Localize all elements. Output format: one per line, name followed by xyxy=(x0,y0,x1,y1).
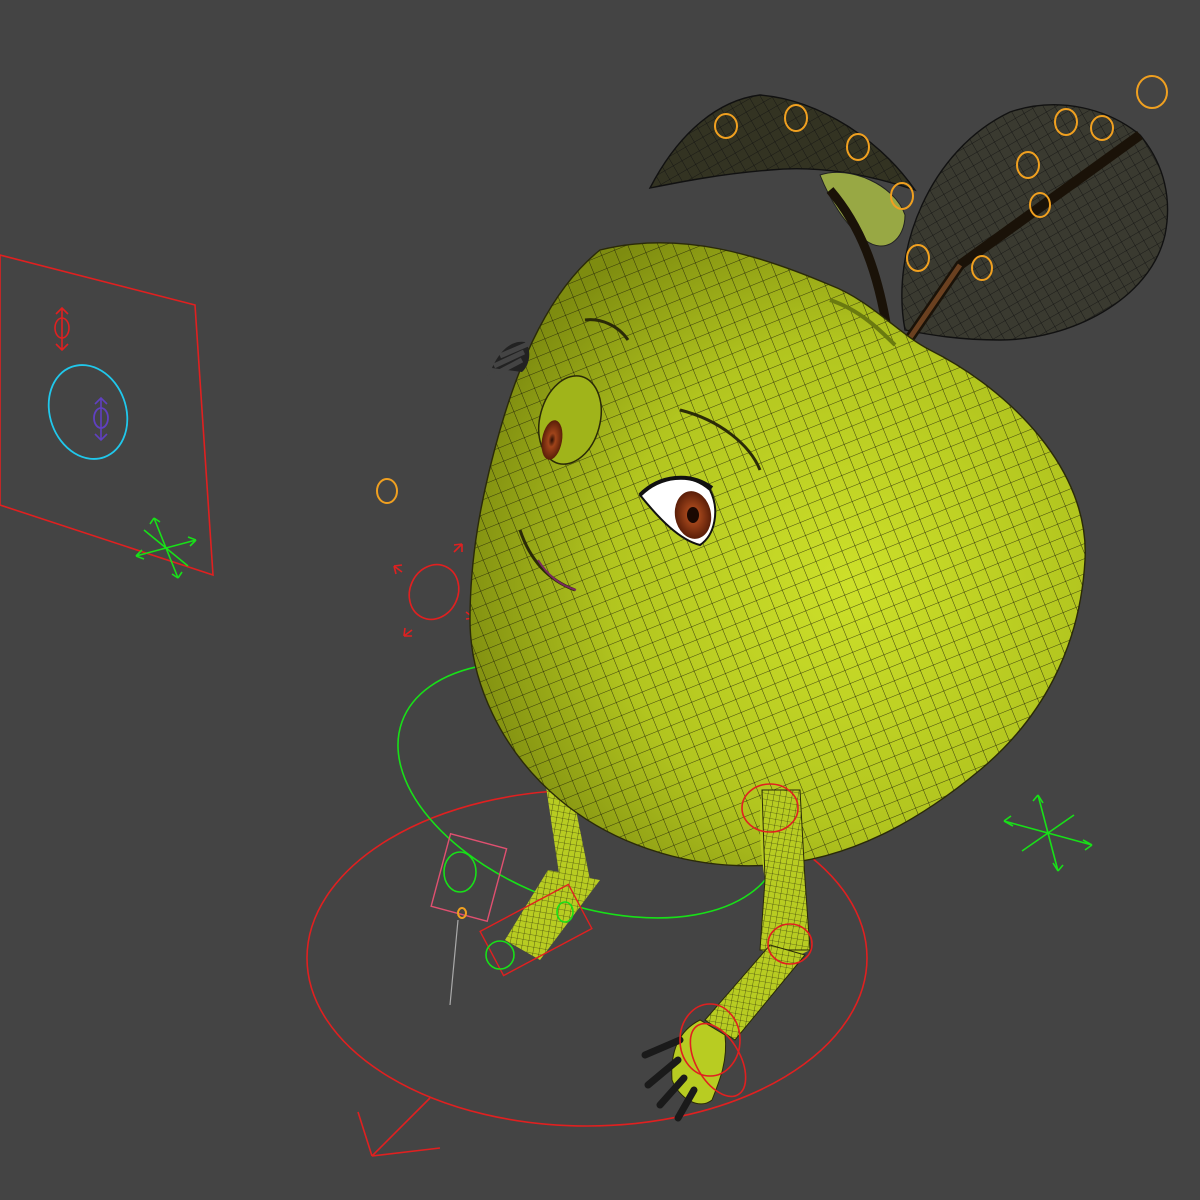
leaf-right xyxy=(900,104,1169,348)
foot-control-left[interactable] xyxy=(430,832,508,1006)
viewport-scene[interactable] xyxy=(0,0,1200,1200)
brow-control-icon[interactable] xyxy=(54,306,70,352)
move-gizmo-icon[interactable] xyxy=(135,517,197,579)
orange-control-point[interactable] xyxy=(376,478,398,504)
eye-control-ring[interactable] xyxy=(36,354,140,470)
face-control-panel[interactable] xyxy=(0,254,214,579)
eye-target-icon[interactable] xyxy=(93,396,109,442)
direction-arrow-icon xyxy=(357,1097,441,1157)
hand-lower xyxy=(641,1019,727,1122)
3d-viewport[interactable] xyxy=(0,0,1200,1200)
leaf-left xyxy=(648,94,917,192)
move-gizmo-icon[interactable] xyxy=(1003,794,1093,872)
rotate-gizmo-icon[interactable] xyxy=(393,543,475,637)
